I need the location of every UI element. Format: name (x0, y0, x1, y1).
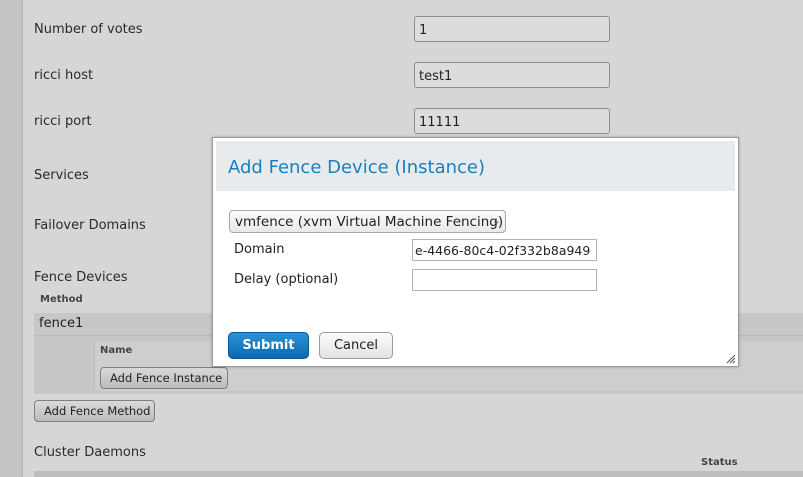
cancel-button[interactable]: Cancel (319, 332, 393, 359)
left-scroll-strip (0, 0, 23, 477)
services-label: Services (34, 168, 89, 183)
resize-grip-icon[interactable] (726, 354, 736, 364)
status-column-header: Status (701, 457, 738, 468)
ricci-port-label: ricci port (34, 114, 92, 129)
ricci-host-label: ricci host (34, 68, 94, 83)
add-fence-instance-button[interactable]: Add Fence Instance (100, 367, 228, 389)
chevron-down-icon: ⌄ (491, 214, 501, 227)
fence-agent-select[interactable]: vmfence (xvm Virtual Machine Fencing) ⌄ (229, 210, 506, 233)
method-name: fence1 (39, 316, 84, 331)
add-fence-method-button[interactable]: Add Fence Method (34, 400, 155, 422)
method-column-header: Method (40, 294, 83, 305)
fence-devices-label: Fence Devices (34, 270, 128, 285)
dialog-title: Add Fence Device (Instance) (228, 157, 486, 178)
delay-input[interactable] (412, 269, 597, 291)
add-fence-device-dialog: Add Fence Device (Instance) vmfence (xvm… (212, 137, 739, 367)
fence-agent-selected-value: vmfence (xvm Virtual Machine Fencing) (235, 214, 504, 230)
daemons-table-header (34, 471, 803, 477)
dialog-header: Add Fence Device (Instance) (216, 141, 735, 191)
submit-button[interactable]: Submit (228, 332, 309, 359)
domain-label: Domain (234, 242, 285, 257)
domain-input[interactable]: e-4466-80c4-02f332b8a949 (412, 239, 597, 261)
votes-label: Number of votes (34, 22, 143, 37)
ricci-port-input[interactable]: 11111 (414, 108, 610, 134)
delay-label: Delay (optional) (234, 272, 339, 287)
votes-input[interactable]: 1 (414, 16, 610, 42)
name-column-header: Name (100, 345, 133, 356)
ricci-host-input[interactable]: test1 (414, 62, 610, 88)
cluster-daemons-label: Cluster Daemons (34, 445, 146, 460)
failover-domains-label: Failover Domains (34, 218, 146, 233)
